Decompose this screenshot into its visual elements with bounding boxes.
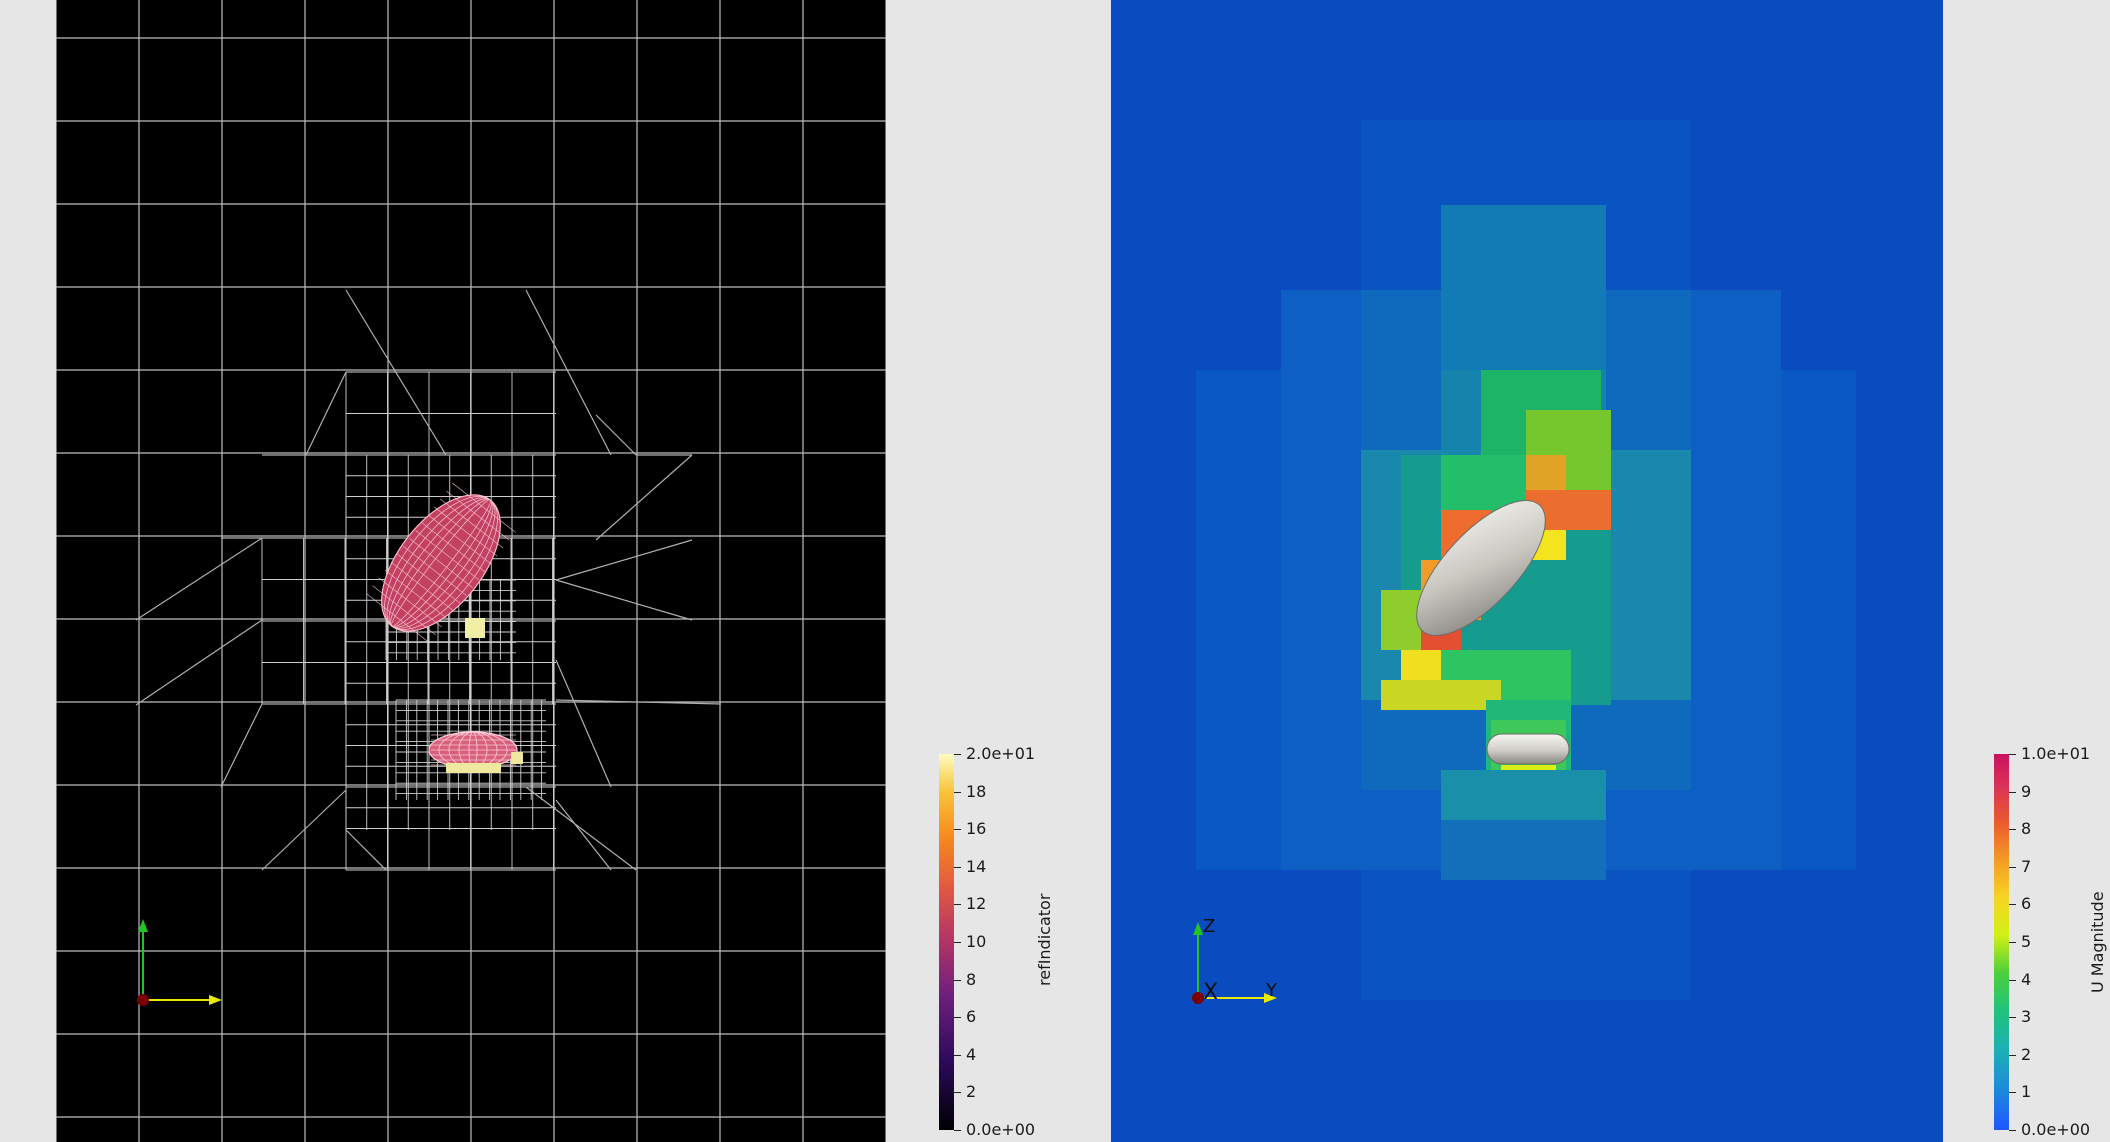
refindicator-tick — [954, 942, 961, 943]
u-magnitude-tick — [2009, 1054, 2016, 1056]
u-magnitude-tick-label: 8 — [2021, 819, 2032, 839]
mesh-wireframe — [56, 0, 886, 1142]
refindicator-tick — [954, 829, 961, 831]
u-magnitude-tick — [2009, 829, 2016, 831]
u-magnitude-tick-label: 7 — [2021, 856, 2032, 876]
u-magnitude-tick-label: 6 — [2021, 894, 2032, 914]
refindicator-tick — [954, 1017, 961, 1019]
particle-2-surface — [1486, 733, 1570, 765]
particle-1-wireframe — [366, 482, 516, 644]
u-magnitude-tick — [2009, 1017, 2016, 1019]
refindicator-tick — [954, 1092, 961, 1094]
refined-cell — [465, 618, 485, 638]
refindicator-color-bar — [939, 754, 954, 1130]
u-magnitude-tick — [2009, 866, 2016, 868]
u-magnitude-tick — [2009, 942, 2016, 943]
refindicator-tick-label: 2 — [966, 1082, 977, 1102]
u-magnitude-tick — [2009, 904, 2016, 906]
refindicator-tick — [954, 1054, 961, 1056]
refindicator-tick-label: 0.0e+00 — [966, 1120, 1036, 1139]
refindicator-tick-label: 6 — [966, 1007, 977, 1027]
u-magnitude-tick — [2009, 791, 2016, 793]
velocity-render-view[interactable]: Z X Y — [1111, 0, 1943, 1142]
refindicator-tick-label: 2.0e+01 — [966, 744, 1036, 763]
particle-2-wireframe — [428, 731, 523, 773]
u-magnitude-tick — [2009, 754, 2016, 755]
refindicator-tick — [954, 791, 961, 793]
refindicator-tick — [954, 1130, 961, 1131]
u-magnitude-tick-label: 5 — [2021, 932, 2032, 951]
refindicator-title: refIndicator — [1035, 893, 1054, 986]
u-magnitude-tick-label: 2 — [2021, 1044, 2032, 1064]
refindicator-tick — [954, 904, 961, 906]
u-magnitude-tick-label: 9 — [2021, 781, 2032, 801]
axis-label-z: Z — [1203, 916, 1216, 937]
u-magnitude-color-bar — [1994, 754, 2009, 1130]
axis-label-x: X — [1203, 980, 1219, 1005]
u-magnitude-title: U Magnitude — [2088, 891, 2107, 993]
u-magnitude-tick-label: 3 — [2021, 1007, 2032, 1027]
u-magnitude-tick — [2009, 1092, 2016, 1094]
u-magnitude-tick — [2009, 1130, 2016, 1131]
u-magnitude-tick-label: 1 — [2021, 1082, 2032, 1102]
velocity-field — [1192, 120, 1856, 1004]
u-magnitude-tick-label: 4 — [2021, 969, 2032, 989]
u-magnitude-tick-label: 1.0e+01 — [2021, 744, 2091, 763]
refindicator-tick — [954, 754, 961, 755]
refindicator-tick-label: 14 — [966, 856, 987, 876]
refindicator-tick-label: 8 — [966, 969, 977, 989]
refindicator-tick — [954, 866, 961, 868]
refindicator-tick-label: 10 — [966, 932, 987, 951]
u-magnitude-tick-label: 0.0e+00 — [2021, 1120, 2091, 1139]
refindicator-tick-label: 12 — [966, 894, 987, 914]
orientation-axes — [137, 919, 222, 1006]
mesh-render-view[interactable] — [56, 0, 886, 1142]
refindicator-tick-label: 16 — [966, 819, 987, 839]
u-magnitude-tick — [2009, 979, 2016, 981]
refindicator-tick — [954, 979, 961, 981]
refindicator-tick-label: 18 — [966, 781, 987, 801]
axis-label-y: Y — [1266, 980, 1277, 1001]
refindicator-tick-label: 4 — [966, 1044, 977, 1064]
